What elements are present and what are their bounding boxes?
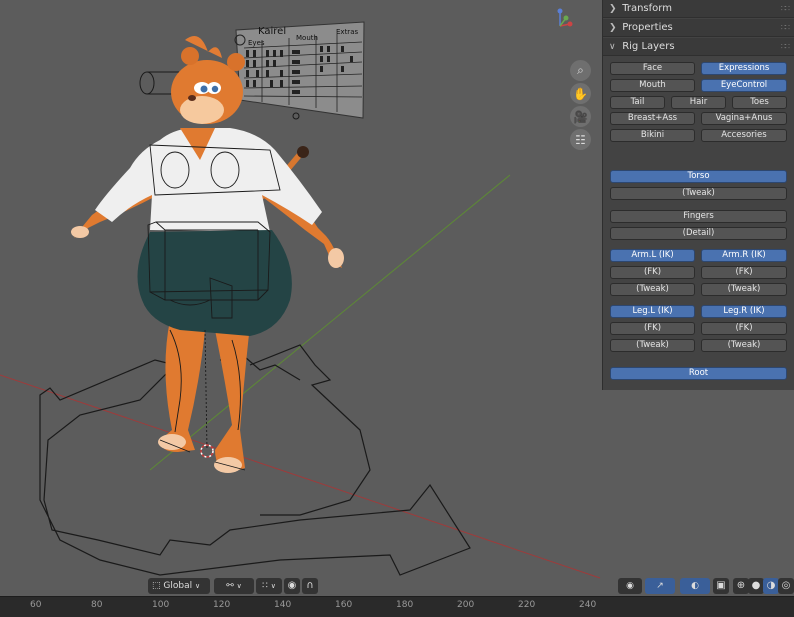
drag-grip-icon[interactable]: ∷∷	[781, 0, 790, 18]
overlay-toggle[interactable]: ◐	[680, 578, 710, 594]
timeline-tick: 200	[457, 600, 475, 610]
layer-arm-l-tweak-button[interactable]: (Tweak)	[610, 283, 695, 296]
transform-orientation-dropdown[interactable]: ⬚ Global ∨	[148, 578, 210, 594]
layer-face-button[interactable]: Face	[610, 62, 695, 75]
expression-sheet: Kairel Eyes Mouth Extras	[234, 21, 365, 119]
layer-expressions-button[interactable]: Expressions	[701, 62, 787, 75]
layer-arm-r-tweak-button[interactable]: (Tweak)	[701, 283, 787, 296]
sheet-col-extras: Extras	[336, 28, 358, 36]
timeline-ruler[interactable]: 60 80 100 120 140 160 180 200 220 240	[0, 596, 794, 617]
layer-arm-r-ik-button[interactable]: Arm.R (IK)	[701, 249, 787, 262]
chevron-right-icon: ❯	[609, 4, 617, 14]
proportional-edit-icon[interactable]: ◉	[284, 578, 300, 594]
chevron-down-icon: ∨	[194, 582, 201, 590]
sheet-col-mouth: Mouth	[296, 34, 318, 42]
layer-leg-l-fk-button[interactable]: (FK)	[610, 322, 695, 335]
falloff-curve-icon[interactable]: ∩	[302, 578, 318, 594]
layer-leg-l-ik-button[interactable]: Leg.L (IK)	[610, 305, 695, 318]
layer-hair-button[interactable]: Hair	[671, 96, 726, 109]
gizmo-icon: ↗	[656, 581, 664, 591]
axis-gizmo[interactable]	[548, 6, 574, 34]
grid-icon[interactable]: ☷	[570, 129, 591, 150]
layer-torso-button[interactable]: Torso	[610, 170, 787, 183]
timeline-tick: 120	[213, 600, 231, 610]
tail-tip	[297, 146, 309, 158]
layer-leg-r-fk-button[interactable]: (FK)	[701, 322, 787, 335]
timeline-tick: 80	[91, 600, 103, 610]
timeline-tick: 180	[396, 600, 414, 610]
snap-target-dropdown[interactable]: ∷ ∨	[256, 578, 282, 594]
properties-panel-header[interactable]: ❯ Properties ∷∷	[603, 19, 794, 37]
root-control-shape	[39, 344, 471, 576]
timeline-tick: 220	[518, 600, 536, 610]
xray-icon[interactable]: ▣	[713, 578, 729, 594]
layer-eyecontrol-button[interactable]: EyeControl	[701, 79, 787, 92]
layer-leg-r-tweak-button[interactable]: (Tweak)	[701, 339, 787, 352]
drag-grip-icon[interactable]: ∷∷	[781, 19, 790, 37]
timeline-tick: 100	[152, 600, 170, 610]
material-shading-icon[interactable]: ◑	[763, 578, 779, 594]
gizmo-toggle[interactable]: ↗	[645, 578, 675, 594]
camera-icon[interactable]: 🎥	[570, 106, 591, 127]
pan-hand-icon[interactable]: ✋	[570, 83, 591, 104]
rendered-shading-icon[interactable]: ◎	[778, 578, 794, 594]
chevron-right-icon: ❯	[609, 23, 617, 33]
layer-fingers-button[interactable]: Fingers	[610, 210, 787, 223]
x-axis-line	[0, 374, 601, 579]
layer-leg-r-ik-button[interactable]: Leg.R (IK)	[701, 305, 787, 318]
layer-fingers-detail-button[interactable]: (Detail)	[610, 227, 787, 240]
zoom-icon[interactable]: ⌕	[570, 60, 591, 81]
timeline-tick: 140	[274, 600, 292, 610]
layer-bikini-button[interactable]: Bikini	[610, 129, 695, 142]
link-icon: ⚯	[226, 581, 234, 591]
transform-label: Transform	[622, 3, 672, 14]
layer-arm-l-fk-button[interactable]: (FK)	[610, 266, 695, 279]
layer-arm-l-ik-button[interactable]: Arm.L (IK)	[610, 249, 695, 262]
visibility-dropdown[interactable]: ◉	[618, 578, 642, 594]
sheet-col-eyes: Eyes	[248, 39, 265, 47]
wireframe-shading-icon[interactable]: ⊕	[733, 578, 749, 594]
layer-mouth-button[interactable]: Mouth	[610, 79, 695, 92]
transform-panel-header[interactable]: ❯ Transform ∷∷	[603, 0, 794, 18]
layer-breast-ass-button[interactable]: Breast+Ass	[610, 112, 695, 125]
layer-root-button[interactable]: Root	[610, 367, 787, 380]
layer-tail-button[interactable]: Tail	[610, 96, 665, 109]
rig-layers-label: Rig Layers	[622, 41, 675, 52]
solid-shading-icon[interactable]: ●	[748, 578, 764, 594]
sheet-title: Kairel	[258, 26, 286, 37]
layer-leg-l-tweak-button[interactable]: (Tweak)	[610, 339, 695, 352]
chevron-down-icon: ∨	[236, 582, 242, 590]
chevron-down-icon: ∨	[270, 582, 276, 590]
properties-label: Properties	[622, 22, 673, 33]
orientation-icon: ⬚	[152, 581, 161, 591]
layer-arm-r-fk-button[interactable]: (FK)	[701, 266, 787, 279]
3d-viewport[interactable]: Kairel Eyes Mouth Extras ⌕ ✋ 🎥 ☷ ❯ Trans…	[0, 0, 794, 596]
drag-grip-icon[interactable]: ∷∷	[781, 38, 790, 56]
timeline-tick: 240	[579, 600, 597, 610]
overlay-icon: ◐	[691, 581, 699, 591]
eye-icon: ◉	[626, 581, 634, 591]
timeline-tick: 60	[30, 600, 42, 610]
sidebar-n-panel: ❯ Transform ∷∷ ❯ Properties ∷∷ ∨ Rig Lay…	[602, 0, 794, 390]
layer-vagina-anus-button[interactable]: Vagina+Anus	[701, 112, 787, 125]
layer-torso-tweak-button[interactable]: (Tweak)	[610, 187, 787, 200]
rig-layers-panel-header[interactable]: ∨ Rig Layers ∷∷	[603, 38, 794, 56]
layer-toes-button[interactable]: Toes	[732, 96, 787, 109]
orientation-value: Global	[163, 581, 193, 591]
pivot-snap-dropdown[interactable]: ⚯ ∨	[214, 578, 254, 594]
snap-grid-icon: ∷	[262, 581, 268, 591]
timeline-tick: 160	[335, 600, 353, 610]
chevron-down-icon: ∨	[609, 42, 616, 52]
layer-accesories-button[interactable]: Accesories	[701, 129, 787, 142]
